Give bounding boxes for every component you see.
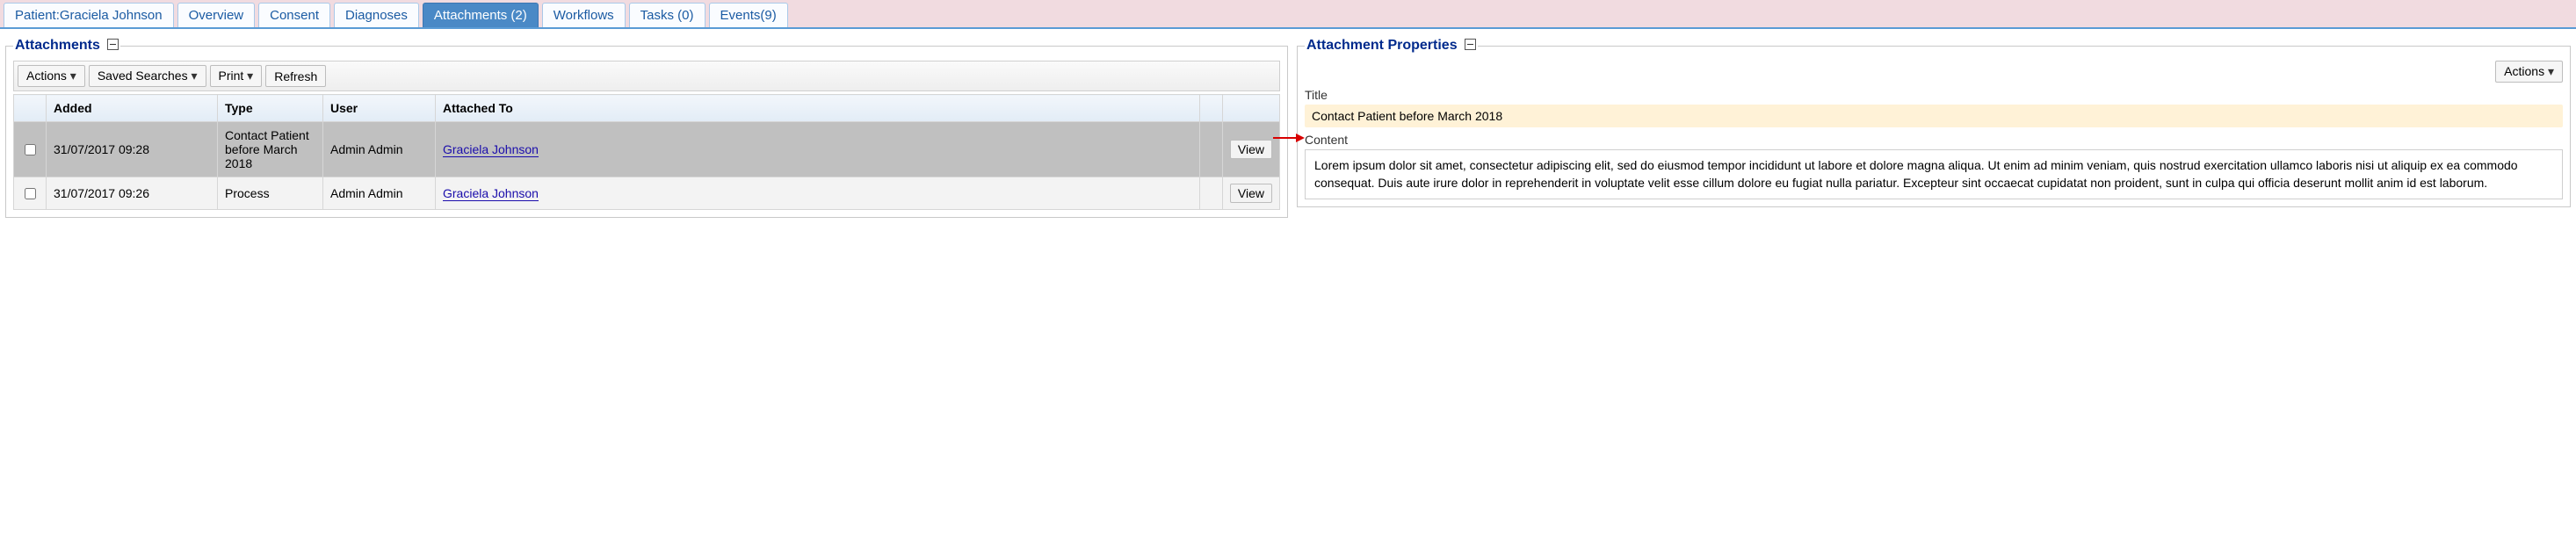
properties-legend-text: Attachment Properties: [1306, 38, 1458, 53]
refresh-button[interactable]: Refresh: [265, 65, 326, 87]
collapse-icon[interactable]: [1465, 39, 1476, 50]
content-value: Lorem ipsum dolor sit amet, consectetur …: [1305, 149, 2563, 199]
tab-diagnoses[interactable]: Diagnoses: [334, 3, 419, 27]
cell-type: Process: [218, 177, 323, 210]
tab-tasks[interactable]: Tasks (0): [629, 3, 706, 27]
attachments-toolbar: Actions Saved Searches Print Refresh: [13, 61, 1280, 91]
collapse-icon[interactable]: [107, 39, 119, 50]
column-spacer: [1199, 95, 1222, 122]
title-value: Contact Patient before March 2018: [1305, 105, 2563, 127]
column-user[interactable]: User: [323, 95, 436, 122]
view-button[interactable]: View: [1230, 184, 1272, 203]
properties-legend: Attachment Properties: [1305, 38, 1478, 54]
attached-to-link[interactable]: Graciela Johnson: [443, 142, 539, 157]
cell-added: 31/07/2017 09:28: [47, 122, 218, 177]
column-checkbox: [14, 95, 47, 122]
table-row[interactable]: 31/07/2017 09:26 Process Admin Admin Gra…: [14, 177, 1280, 210]
tab-overview[interactable]: Overview: [177, 3, 256, 27]
column-action: [1222, 95, 1279, 122]
row-checkbox[interactable]: [25, 144, 36, 155]
cell-user: Admin Admin: [323, 122, 436, 177]
tab-workflows[interactable]: Workflows: [542, 3, 626, 27]
tab-patient[interactable]: Patient:Graciela Johnson: [4, 3, 174, 27]
title-label: Title: [1305, 88, 2563, 102]
attachments-legend: Attachments: [13, 38, 120, 54]
cell-user: Admin Admin: [323, 177, 436, 210]
properties-actions-dropdown[interactable]: Actions: [2495, 61, 2563, 83]
tab-consent[interactable]: Consent: [258, 3, 330, 27]
attachments-table: Added Type User Attached To 31/07/2017 0…: [13, 94, 1280, 210]
attached-to-link[interactable]: Graciela Johnson: [443, 186, 539, 201]
content-label: Content: [1305, 133, 2563, 147]
tab-attachments[interactable]: Attachments (2): [423, 3, 539, 27]
attachments-legend-text: Attachments: [15, 38, 100, 53]
table-row[interactable]: 31/07/2017 09:28 Contact Patient before …: [14, 122, 1280, 177]
row-checkbox[interactable]: [25, 188, 36, 199]
print-dropdown[interactable]: Print: [210, 65, 263, 87]
cell-added: 31/07/2017 09:26: [47, 177, 218, 210]
tab-events[interactable]: Events(9): [709, 3, 788, 27]
attachment-properties-panel: Attachment Properties Actions Title Cont…: [1297, 38, 2571, 207]
tab-bar: Patient:Graciela Johnson Overview Consen…: [0, 0, 2576, 29]
cell-type: Contact Patient before March 2018: [218, 122, 323, 177]
view-button[interactable]: View: [1230, 140, 1272, 159]
saved-searches-dropdown[interactable]: Saved Searches: [89, 65, 206, 87]
column-added[interactable]: Added: [47, 95, 218, 122]
attachments-panel: Attachments Actions Saved Searches Print…: [5, 38, 1288, 218]
column-attached-to[interactable]: Attached To: [436, 95, 1200, 122]
column-type[interactable]: Type: [218, 95, 323, 122]
actions-dropdown[interactable]: Actions: [18, 65, 85, 87]
